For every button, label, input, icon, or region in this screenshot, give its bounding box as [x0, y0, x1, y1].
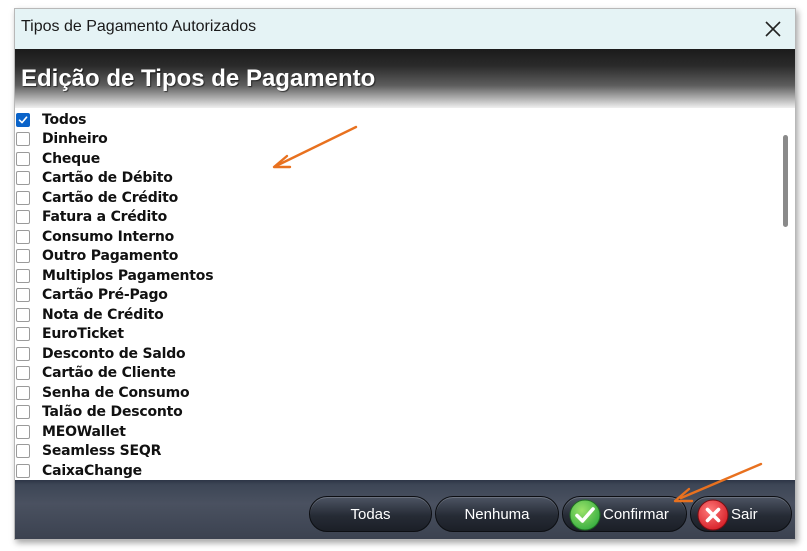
payment-type-item[interactable]: Multiplos Pagamentos: [15, 266, 214, 286]
confirm-label: Confirmar: [603, 505, 669, 523]
payment-type-label: Todos: [42, 111, 87, 128]
exit-button[interactable]: Sair: [690, 496, 792, 532]
scrollbar-thumb[interactable]: [783, 135, 788, 227]
checkbox[interactable]: [16, 268, 30, 283]
button-bar: Todas Nenhuma Confirmar Sair: [15, 480, 795, 539]
payment-type-label: Outro Pagamento: [42, 248, 179, 265]
checkbox[interactable]: [16, 346, 30, 361]
payment-type-label: Fatura a Crédito: [42, 209, 168, 226]
checkbox[interactable]: [16, 444, 30, 459]
payment-type-label: Cartão de Cliente: [42, 365, 176, 382]
payment-type-label: Cartão Pré-Pago: [42, 287, 168, 304]
checkbox[interactable]: [16, 307, 30, 322]
payment-type-label: Cartão de Crédito: [42, 189, 179, 206]
close-icon[interactable]: [765, 21, 781, 37]
select-none-button[interactable]: Nenhuma: [435, 496, 559, 532]
checkbox[interactable]: [16, 229, 30, 244]
payment-type-label: Cheque: [42, 150, 101, 167]
payment-type-item[interactable]: Cartão de Cliente: [15, 364, 213, 384]
title-bar: Tipos de Pagamento Autorizados: [15, 9, 795, 49]
payment-type-item[interactable]: Talão de Desconto: [15, 403, 213, 423]
section-header: Edição de Tipos de Pagamento: [15, 49, 795, 108]
payment-type-item[interactable]: Dinheiro: [15, 130, 213, 150]
checkbox[interactable]: [16, 171, 30, 186]
payment-type-label: Dinheiro: [42, 131, 108, 148]
payment-type-item[interactable]: Seamless SEQR: [15, 442, 213, 462]
payment-type-item[interactable]: Consumo Interno: [15, 227, 213, 247]
checkbox[interactable]: [16, 132, 30, 147]
select-none-label: Nenhuma: [464, 505, 530, 523]
checkbox[interactable]: [16, 366, 30, 381]
payment-type-item[interactable]: CaixaChange: [15, 461, 213, 480]
dialog-title: Tipos de Pagamento Autorizados: [21, 18, 257, 35]
payment-type-item[interactable]: Fatura a Crédito: [15, 208, 213, 228]
confirm-button[interactable]: Confirmar: [562, 496, 687, 532]
payment-type-item[interactable]: Cartão de Crédito: [15, 188, 213, 208]
payment-type-label: Cartão de Débito: [42, 170, 173, 187]
payment-type-item[interactable]: Nota de Crédito: [15, 305, 213, 325]
checkbox[interactable]: [16, 288, 30, 303]
select-all-label: Todas: [350, 505, 391, 523]
payment-type-item[interactable]: Cheque: [15, 149, 213, 169]
payment-type-item[interactable]: Cartão de Débito: [15, 169, 213, 189]
cancel-circle-icon: [697, 499, 729, 531]
payment-type-label: Consumo Interno: [42, 228, 175, 245]
checkbox[interactable]: [16, 249, 30, 264]
payment-type-label: Seamless SEQR: [42, 443, 162, 460]
check-circle-icon: [569, 499, 601, 531]
checkbox[interactable]: [16, 112, 30, 127]
payment-type-label: EuroTicket: [42, 326, 124, 343]
checkbox[interactable]: [16, 190, 30, 205]
payment-type-item[interactable]: MEOWallet: [15, 422, 213, 442]
close-button[interactable]: [751, 9, 795, 49]
payment-type-item[interactable]: EuroTicket: [15, 325, 213, 345]
payment-type-label: Desconto de Saldo: [42, 345, 186, 362]
checkmark-icon: [18, 116, 28, 124]
payment-type-label: Nota de Crédito: [42, 306, 164, 323]
payment-type-label: MEOWallet: [42, 423, 126, 440]
payment-type-item[interactable]: Desconto de Saldo: [15, 344, 213, 364]
checkbox[interactable]: [16, 424, 30, 439]
section-title: Edição de Tipos de Pagamento: [21, 65, 376, 92]
payment-type-label: Talão de Desconto: [42, 404, 183, 421]
payment-type-item[interactable]: Senha de Consumo: [15, 383, 213, 403]
checkbox[interactable]: [16, 385, 30, 400]
payment-type-label: CaixaChange: [42, 462, 142, 479]
checkbox[interactable]: [16, 210, 30, 225]
vertical-scrollbar[interactable]: [775, 108, 795, 480]
checkbox[interactable]: [16, 405, 30, 420]
dialog-window: Tipos de Pagamento Autorizados Edição de…: [14, 8, 796, 540]
payment-type-item[interactable]: Outro Pagamento: [15, 247, 213, 267]
checkbox[interactable]: [16, 327, 30, 342]
select-all-button[interactable]: Todas: [309, 496, 432, 532]
payment-type-list: Todos Dinheiro Cheque Cartão de Débito Cartã…: [15, 110, 214, 480]
payment-type-item[interactable]: Cartão Pré-Pago: [15, 286, 213, 306]
payment-type-item[interactable]: Todos: [15, 110, 213, 130]
checkbox[interactable]: [16, 463, 30, 478]
payment-type-label: Senha de Consumo: [42, 384, 190, 401]
exit-label: Sair: [731, 505, 758, 523]
payment-type-list-area: Todos Dinheiro Cheque Cartão de Débito Cartã…: [15, 108, 795, 480]
checkbox[interactable]: [16, 151, 30, 166]
payment-type-label: Multiplos Pagamentos: [42, 267, 214, 284]
